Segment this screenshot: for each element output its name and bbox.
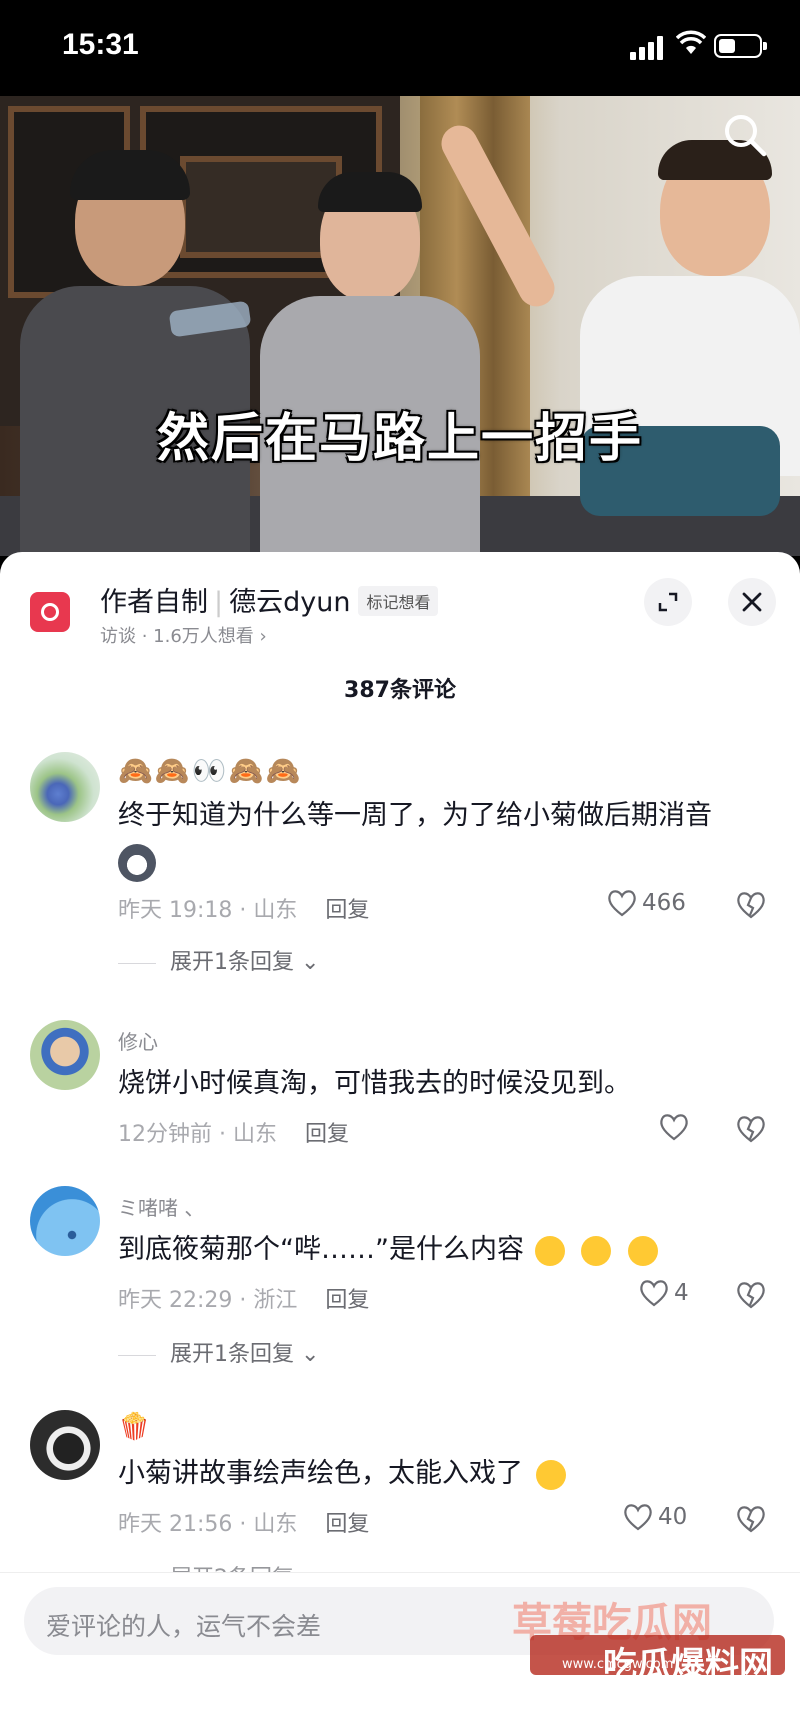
video-caption: 然后在马路上一招手 [156, 409, 643, 469]
comment-meta: 昨天 21:56 · 山东 回复 [118, 1506, 369, 1538]
want-to-watch-tag[interactable]: 标记想看 [358, 585, 439, 616]
comment-time: 昨天 22:29 · 浙江 [118, 1288, 298, 1313]
comment-text: 到底筱菊那个“哔……”是什么内容 [118, 1230, 758, 1270]
watermark-badge-text: 吃瓜爆料网 [603, 1645, 773, 1685]
comment-author[interactable]: ミ啫啫 、 [118, 1192, 204, 1221]
expand-replies-label: 展开1条回复 [170, 1342, 294, 1367]
avatar[interactable] [30, 1410, 100, 1480]
comment-sheet: 作者自制 | 德云dyun 标记想看 访谈 · 1.6万人想看 › 387条评论 🙈🙈… [0, 552, 800, 1731]
status-time: 15:31 [62, 28, 139, 61]
broken-heart-icon[interactable] [735, 1280, 767, 1310]
expand-replies[interactable]: 展开1条回复 ⌄ [118, 1336, 319, 1368]
show-title[interactable]: 作者自制 | 德云dyun 标记想看 [100, 580, 439, 619]
heart-icon [640, 1280, 668, 1307]
crying-laugh-emoji-icon [581, 1235, 612, 1266]
close-button[interactable] [728, 578, 776, 626]
like-button[interactable]: 466 [606, 888, 686, 918]
comment-emoji-row: 🙈🙈👀🙈🙈 [118, 754, 303, 787]
chevron-down-icon: ⌄ [294, 1342, 320, 1367]
like-count: 40 [658, 1504, 688, 1530]
video-player[interactable]: 然后在马路上一招手 [0, 96, 800, 556]
like-button[interactable]: 4 [638, 1278, 689, 1308]
like-count: 4 [674, 1280, 689, 1306]
heart-icon [624, 1504, 652, 1531]
comment-text-content: 小菊讲故事绘声绘色，太能入戏了 [118, 1458, 523, 1489]
reply-button[interactable]: 回复 [305, 1122, 349, 1147]
comment-author[interactable]: 🍿 [118, 1412, 150, 1442]
husky-emoji-icon [118, 843, 156, 882]
crying-laugh-emoji-icon [627, 1235, 658, 1266]
show-logo-icon [30, 592, 70, 632]
reply-button[interactable]: 回复 [325, 1512, 369, 1537]
status-bar: 15:31 [0, 0, 800, 96]
search-icon[interactable] [722, 112, 768, 158]
avatar[interactable] [30, 752, 100, 822]
reply-button[interactable]: 回复 [325, 898, 369, 923]
reply-button[interactable]: 回复 [325, 1288, 369, 1313]
expand-replies[interactable]: 展开1条回复 ⌄ [118, 944, 319, 976]
person-middle [240, 172, 500, 556]
show-name: 作者自制 [100, 587, 208, 618]
chevron-down-icon: ⌄ [294, 950, 320, 975]
comment-input-placeholder: 爱评论的人，运气不会差 [46, 1612, 322, 1641]
expand-replies-label: 展开1条回复 [170, 950, 294, 975]
like-button[interactable] [658, 1112, 690, 1142]
avatar[interactable] [30, 1186, 100, 1256]
heart-icon [608, 890, 636, 917]
person-right [435, 119, 800, 556]
thinking-emoji-icon [535, 1459, 566, 1490]
close-icon [742, 592, 762, 612]
comment-time: 昨天 19:18 · 山东 [118, 898, 298, 923]
comment-meta: 昨天 22:29 · 浙江 回复 [118, 1282, 369, 1314]
wifi-icon [676, 30, 706, 54]
broken-heart-icon[interactable] [735, 1504, 767, 1534]
battery-icon [714, 34, 767, 58]
broken-heart-icon[interactable] [735, 1114, 767, 1144]
crying-laugh-emoji-icon [534, 1235, 565, 1266]
comment-text-content: 到底筱菊那个“哔……”是什么内容 [118, 1234, 524, 1265]
broken-heart-icon[interactable] [735, 890, 767, 920]
comment-meta: 昨天 19:18 · 山东 回复 [118, 892, 369, 924]
comment-text-content: 终于知道为什么等一周了，为了给小菊做后期消音 [118, 800, 712, 831]
comment-text: 烧饼小时候真淘，可惜我去的时候没见到。 [118, 1068, 631, 1099]
comment-count: 387条评论 [344, 678, 456, 703]
avatar[interactable] [30, 1020, 100, 1090]
expand-button[interactable] [644, 578, 692, 626]
show-author: 德云dyun [229, 587, 351, 618]
person-left [20, 150, 252, 556]
comment-text: 小菊讲故事绘声绘色，太能入戏了 [118, 1454, 758, 1494]
comment-meta: 12分钟前 · 山东 回复 [118, 1116, 349, 1148]
heart-icon [660, 1114, 688, 1141]
expand-icon [658, 592, 678, 612]
watermark-badge: www.cmcgw.com 吃瓜爆料网 [530, 1635, 785, 1685]
comment-author[interactable]: 修心 [118, 1026, 158, 1055]
like-button[interactable]: 40 [622, 1502, 687, 1532]
show-subtitle[interactable]: 访谈 · 1.6万人想看 › [100, 622, 267, 648]
signal-icon [630, 36, 664, 60]
comment-text: 终于知道为什么等一周了，为了给小菊做后期消音 [118, 796, 758, 882]
comment-time: 昨天 21:56 · 山东 [118, 1512, 298, 1537]
comment-time: 12分钟前 · 山东 [118, 1122, 277, 1147]
like-count: 466 [642, 890, 686, 916]
